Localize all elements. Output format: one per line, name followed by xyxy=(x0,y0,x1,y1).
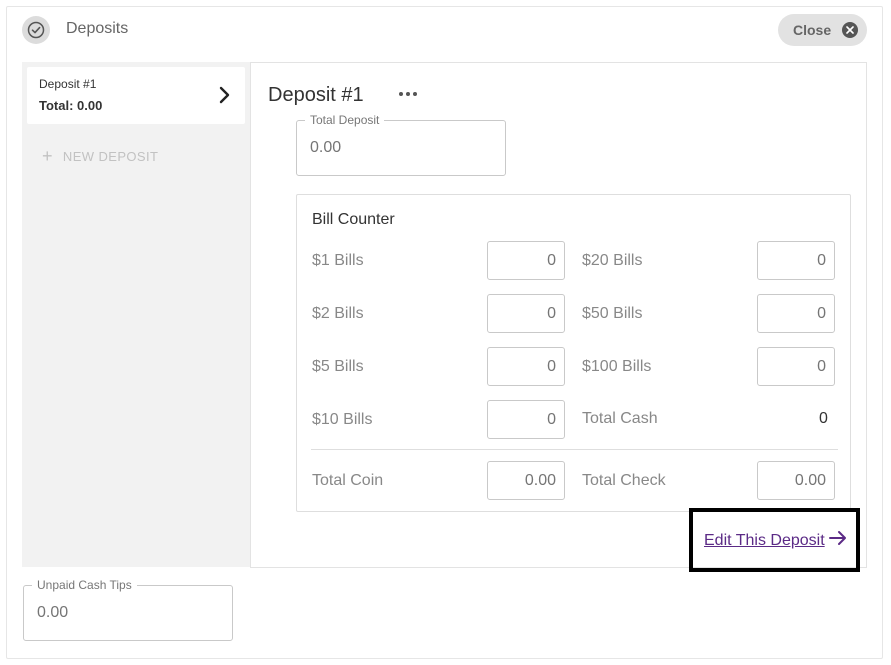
deposit-sidebar: Deposit #1 Total: 0.00 + NEW DEPOSIT xyxy=(22,62,250,567)
bill-50-label: $50 Bills xyxy=(582,305,643,322)
bill-10-label: $10 Bills xyxy=(312,411,373,428)
unpaid-tips-label: Unpaid Cash Tips xyxy=(32,578,137,592)
check-circle-icon xyxy=(22,16,50,44)
bill-100-label: $100 Bills xyxy=(582,358,652,375)
total-check-input[interactable] xyxy=(757,461,835,500)
bill-2-input[interactable] xyxy=(487,294,565,333)
unpaid-tips-input[interactable] xyxy=(24,586,232,640)
unpaid-tips-field[interactable]: Unpaid Cash Tips xyxy=(23,578,233,641)
arrow-right-icon xyxy=(828,530,847,551)
total-coin-input[interactable] xyxy=(487,461,565,500)
total-deposit-input[interactable] xyxy=(297,121,505,175)
deposit-total: Total: 0.00 xyxy=(39,98,103,113)
new-deposit-label: NEW DEPOSIT xyxy=(62,149,159,164)
deposit-detail-panel: Deposit #1 Total Deposit Bill Counter $1… xyxy=(250,62,867,568)
bill-5-input[interactable] xyxy=(487,347,565,386)
total-check-label: Total Check xyxy=(582,472,666,489)
bill-50-input[interactable] xyxy=(757,294,835,333)
plus-icon: + xyxy=(42,146,53,166)
divider xyxy=(311,449,838,450)
total-cash-value: 0 xyxy=(819,410,828,427)
bill-20-input[interactable] xyxy=(757,241,835,280)
bill-2-label: $2 Bills xyxy=(312,305,364,322)
close-x-icon xyxy=(842,22,859,38)
edit-deposit-link[interactable]: Edit This Deposit xyxy=(704,530,847,551)
total-deposit-field[interactable]: Total Deposit xyxy=(296,113,506,176)
total-deposit-label: Total Deposit xyxy=(305,113,385,127)
close-button[interactable]: Close xyxy=(778,14,867,46)
bill-100-input[interactable] xyxy=(757,347,835,386)
bill-1-label: $1 Bills xyxy=(312,252,364,269)
total-coin-label: Total Coin xyxy=(312,472,384,489)
deposit-list-item[interactable]: Deposit #1 Total: 0.00 xyxy=(27,67,245,124)
bill-5-label: $5 Bills xyxy=(312,358,364,375)
chevron-right-icon xyxy=(219,86,231,109)
deposit-name: Deposit #1 xyxy=(39,77,97,91)
page-title: Deposits xyxy=(66,20,129,37)
edit-deposit-label: Edit This Deposit xyxy=(704,531,825,549)
bill-counter-title: Bill Counter xyxy=(312,211,395,228)
bill-20-label: $20 Bills xyxy=(582,252,643,269)
new-deposit-button[interactable]: + NEW DEPOSIT xyxy=(42,146,159,166)
deposit-title: Deposit #1 xyxy=(268,84,364,106)
bill-10-input[interactable] xyxy=(487,400,565,439)
close-button-label: Close xyxy=(793,22,832,38)
more-horizontal-icon[interactable] xyxy=(399,92,417,96)
bill-1-input[interactable] xyxy=(487,241,565,280)
bill-counter-panel: Bill Counter $1 Bills $20 Bills $2 Bills… xyxy=(296,194,851,512)
total-cash-label: Total Cash xyxy=(582,410,658,427)
